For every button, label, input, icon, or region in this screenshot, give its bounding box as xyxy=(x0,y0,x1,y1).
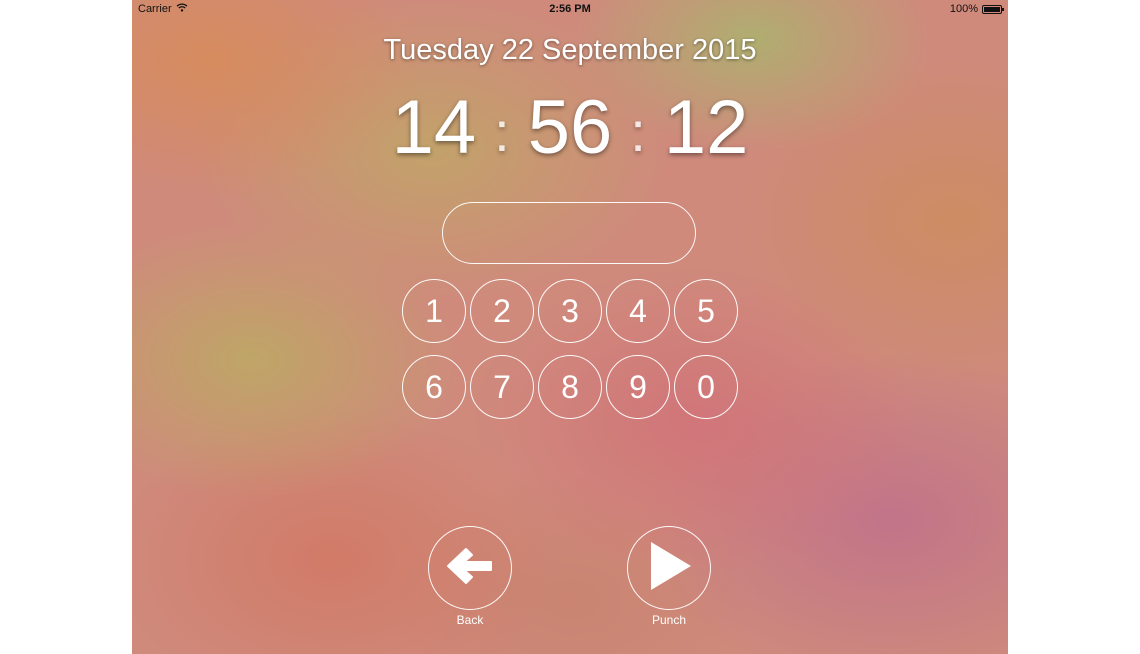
pin-input[interactable] xyxy=(442,202,696,264)
key-5[interactable]: 5 xyxy=(674,279,738,343)
clock-separator: : xyxy=(630,100,646,163)
status-time: 2:56 PM xyxy=(549,3,591,15)
key-6[interactable]: 6 xyxy=(402,355,466,419)
punch-label: Punch xyxy=(651,613,687,627)
clock-separator: : xyxy=(494,100,510,163)
numeric-keypad: 1 2 3 4 5 6 7 8 9 0 xyxy=(402,279,738,419)
key-4[interactable]: 4 xyxy=(606,279,670,343)
back-label: Back xyxy=(456,613,484,627)
punch-button[interactable] xyxy=(627,526,711,610)
status-right: 100% xyxy=(949,3,1004,15)
punch-action: Punch xyxy=(626,526,712,627)
battery-icon xyxy=(982,4,1004,14)
key-7[interactable]: 7 xyxy=(470,355,534,419)
arrow-left-icon xyxy=(444,544,496,593)
key-8[interactable]: 8 xyxy=(538,355,602,419)
clock-seconds: 12 xyxy=(663,85,749,170)
key-1[interactable]: 1 xyxy=(402,279,466,343)
clock-minutes: 56 xyxy=(527,85,613,170)
back-button[interactable] xyxy=(428,526,512,610)
play-icon xyxy=(645,540,693,597)
time-clock-screen: Carrier 2:56 PM 100% Tuesday 22 Septembe… xyxy=(132,0,1008,654)
status-bar: Carrier 2:56 PM 100% xyxy=(132,0,1008,18)
clock-display: 14 : 56 : 12 xyxy=(132,86,1008,170)
date-label: Tuesday 22 September 2015 xyxy=(383,34,757,66)
key-3[interactable]: 3 xyxy=(538,279,602,343)
battery-percent: 100% xyxy=(949,3,978,15)
key-0[interactable]: 0 xyxy=(674,355,738,419)
key-9[interactable]: 9 xyxy=(606,355,670,419)
back-action: Back xyxy=(427,526,513,627)
clock-hours: 14 xyxy=(391,85,477,170)
key-2[interactable]: 2 xyxy=(470,279,534,343)
